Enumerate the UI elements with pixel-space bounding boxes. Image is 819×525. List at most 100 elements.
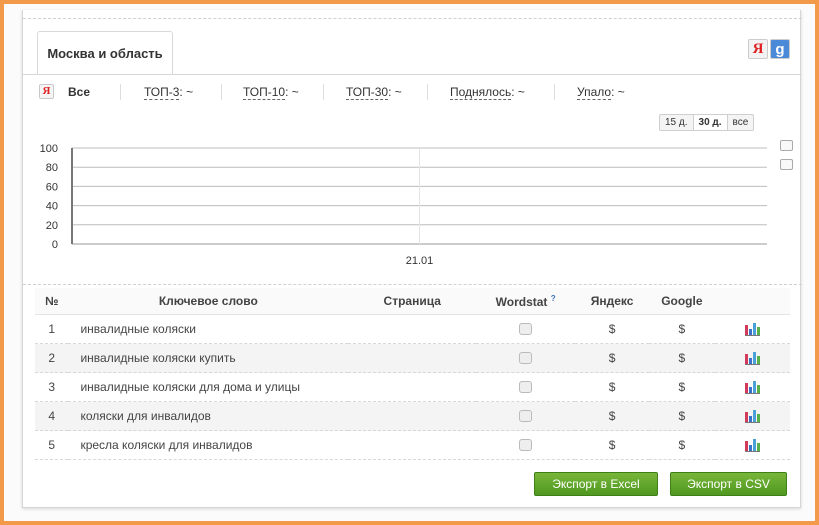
bar-chart-icon[interactable] <box>744 409 760 424</box>
row-google-price[interactable]: $ <box>649 401 715 431</box>
filter-separator <box>427 84 428 100</box>
filter-top3-value: : ~ <box>179 85 194 99</box>
filter-fell[interactable]: Упало: ~ <box>577 85 625 100</box>
table-row: 4 коляски для инвалидов $ $ <box>35 401 790 431</box>
range-15-days[interactable]: 15 д. <box>660 115 693 130</box>
positions-panel: Москва и область Я g Я Все ТОП-3: ~ ТОП-… <box>22 10 802 508</box>
col-google[interactable]: Google <box>649 288 715 315</box>
bar-chart-icon[interactable] <box>744 380 760 395</box>
row-chart <box>714 343 790 373</box>
filter-rose-value: : ~ <box>511 85 525 99</box>
table-header-row: № Ключевое слово Страница Wordstat ? Янд… <box>35 288 790 315</box>
row-page <box>348 372 477 402</box>
row-yandex-price[interactable]: $ <box>575 401 650 431</box>
filter-fell-value: : ~ <box>611 85 625 99</box>
chart-x-ticks: 21.01 <box>406 255 434 267</box>
chart-y-ticks: 100 80 60 40 20 0 <box>40 143 58 251</box>
row-wordstat <box>476 372 576 402</box>
row-page <box>348 401 477 431</box>
tab-divider <box>23 74 802 75</box>
table-row: 2 инвалидные коляски купить $ $ <box>35 343 790 373</box>
range-all[interactable]: все <box>726 115 754 130</box>
row-google-price[interactable]: $ <box>649 372 715 402</box>
outer-frame: Москва и область Я g Я Все ТОП-3: ~ ТОП-… <box>0 0 819 525</box>
filter-rose-label: Поднялось <box>450 85 512 100</box>
export-csv-button[interactable]: Экспорт в CSV <box>670 472 787 496</box>
filter-top3[interactable]: ТОП-3: ~ <box>144 85 194 100</box>
range-30-days[interactable]: 30 д. <box>692 115 727 130</box>
row-chart <box>714 372 790 402</box>
yandex-icon[interactable]: Я <box>748 39 768 59</box>
table-row: 5 кресла коляски для инвалидов $ $ <box>35 430 790 460</box>
row-page <box>348 343 477 373</box>
row-keyword: коляски для инвалидов <box>68 401 349 431</box>
row-chart <box>714 401 790 431</box>
table-row: 1 инвалидные коляски $ $ <box>35 314 790 344</box>
filter-rose[interactable]: Поднялось: ~ <box>450 85 525 100</box>
row-keyword: инвалидные коляски купить <box>68 343 349 373</box>
y-tick-label: 0 <box>52 239 58 251</box>
filter-top10-label: ТОП-10 <box>243 85 286 100</box>
filter-top30-value: : ~ <box>388 85 402 99</box>
wordstat-refresh-icon[interactable] <box>519 322 533 335</box>
wordstat-refresh-icon[interactable] <box>519 351 533 364</box>
filter-separator <box>221 84 222 100</box>
col-wordstat[interactable]: Wordstat ? <box>476 288 576 315</box>
row-number: 5 <box>35 430 69 460</box>
filter-top10-value: : ~ <box>285 85 299 99</box>
filter-separator <box>323 84 324 100</box>
filter-separator <box>554 84 555 100</box>
row-wordstat <box>476 430 576 460</box>
x-tick-label: 21.01 <box>406 255 434 267</box>
col-yandex[interactable]: Яндекс <box>575 288 650 315</box>
keywords-table: № Ключевое слово Страница Wordstat ? Янд… <box>35 288 790 460</box>
row-wordstat <box>476 401 576 431</box>
row-number: 3 <box>35 372 69 402</box>
row-yandex-price[interactable]: $ <box>575 430 650 460</box>
row-yandex-price[interactable]: $ <box>575 372 650 402</box>
row-number: 2 <box>35 343 69 373</box>
keywords-table-body: 1 инвалидные коляски $ $2 инвалидные коляски… <box>35 314 790 460</box>
row-google-price[interactable]: $ <box>649 314 715 344</box>
export-excel-button[interactable]: Экспорт в Excel <box>534 472 658 496</box>
wordstat-refresh-icon[interactable] <box>519 409 533 422</box>
row-yandex-price[interactable]: $ <box>575 314 650 344</box>
bar-chart-icon[interactable] <box>744 351 760 366</box>
col-keyword[interactable]: Ключевое слово <box>68 288 349 315</box>
top-divider <box>23 18 802 19</box>
wordstat-refresh-icon[interactable] <box>519 438 533 451</box>
engine-switcher: Я g <box>748 39 790 59</box>
bar-chart-icon[interactable] <box>744 438 760 453</box>
tab-region[interactable]: Москва и область <box>37 31 173 75</box>
row-page <box>348 430 477 460</box>
row-keyword: инвалидные коляски для дома и улицы <box>68 372 349 402</box>
filter-top30[interactable]: ТОП-30: ~ <box>346 85 402 100</box>
filter-top30-label: ТОП-30 <box>346 85 389 100</box>
col-wordstat-label: Wordstat <box>495 294 548 309</box>
filter-fell-label: Упало <box>577 85 612 100</box>
positions-chart: 100 80 60 40 20 0 21.01 <box>40 143 767 267</box>
y-tick-label: 60 <box>46 181 58 193</box>
row-page <box>348 314 477 344</box>
row-wordstat <box>476 314 576 344</box>
range-switcher: 15 д. 30 д. все <box>659 114 755 131</box>
col-chart <box>714 288 790 315</box>
row-google-price[interactable]: $ <box>649 430 715 460</box>
bar-chart-icon[interactable] <box>744 322 760 337</box>
google-icon[interactable]: g <box>770 39 790 59</box>
col-page[interactable]: Страница <box>348 288 477 315</box>
filter-all[interactable]: Все <box>68 85 90 99</box>
row-keyword: кресла коляски для инвалидов <box>68 430 349 460</box>
wordstat-help-icon[interactable]: ? <box>551 294 556 303</box>
row-yandex-price[interactable]: $ <box>575 343 650 373</box>
filter-separator <box>120 84 121 100</box>
table-row: 3 инвалидные коляски для дома и улицы $ $ <box>35 372 790 402</box>
wordstat-refresh-icon[interactable] <box>519 380 533 393</box>
y-tick-label: 80 <box>46 162 58 174</box>
chart-grid <box>71 147 767 245</box>
row-google-price[interactable]: $ <box>649 343 715 373</box>
filter-top10[interactable]: ТОП-10: ~ <box>243 85 299 100</box>
filter-top3-label: ТОП-3 <box>144 85 180 100</box>
row-chart <box>714 314 790 344</box>
filter-bar: Я Все ТОП-3: ~ ТОП-10: ~ ТОП-30: ~ Подня… <box>35 77 795 107</box>
